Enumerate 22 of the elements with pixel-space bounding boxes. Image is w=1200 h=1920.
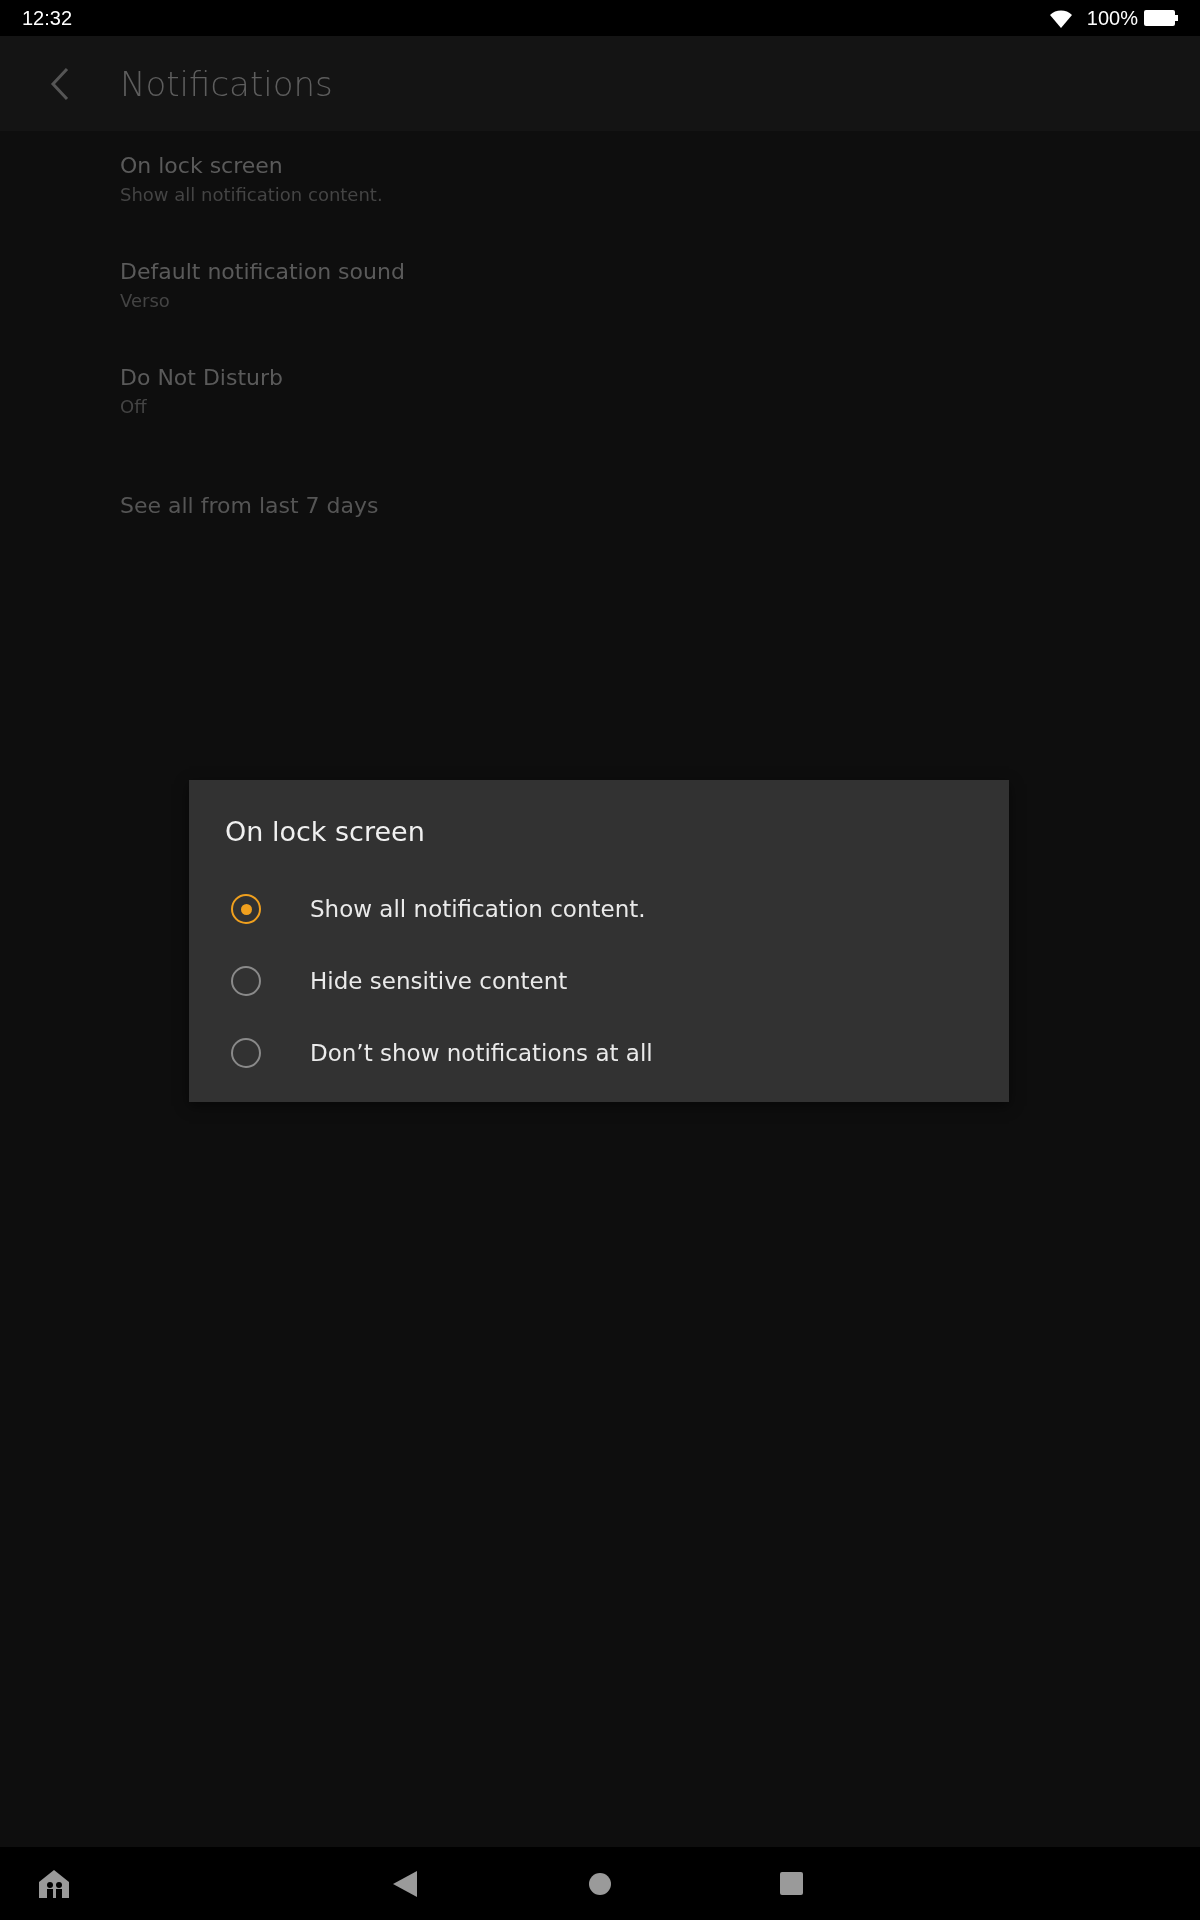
battery-icon [1144,10,1178,26]
dialog-title: On lock screen [225,816,425,847]
clock-time: 12:32 [22,6,73,30]
option-label[interactable]: Show all notification content. [310,896,646,922]
back-button[interactable] [393,1870,417,1897]
page-title: Notifications [120,63,333,104]
home-button[interactable] [588,1871,612,1896]
home-people-button[interactable] [38,1868,70,1899]
setting-title[interactable]: On lock screen [120,153,1200,178]
radio-button[interactable] [231,1038,261,1068]
option-label[interactable]: Don’t show notifications at all [310,1040,653,1066]
setting-title[interactable]: Default notification sound [120,259,1200,284]
battery-percent: 100% [1086,6,1138,30]
radio-button[interactable] [231,894,261,924]
option-label[interactable]: Hide sensitive content [310,968,568,994]
back-triangle-icon [393,1870,417,1897]
recents-square-icon [780,1872,803,1895]
home-circle-icon [588,1871,612,1896]
radio-button[interactable] [231,966,261,996]
history-link[interactable]: See all from last 7 days [120,493,379,518]
setting-title[interactable]: Do Not Disturb [120,365,1200,390]
house-icon [38,1868,70,1899]
